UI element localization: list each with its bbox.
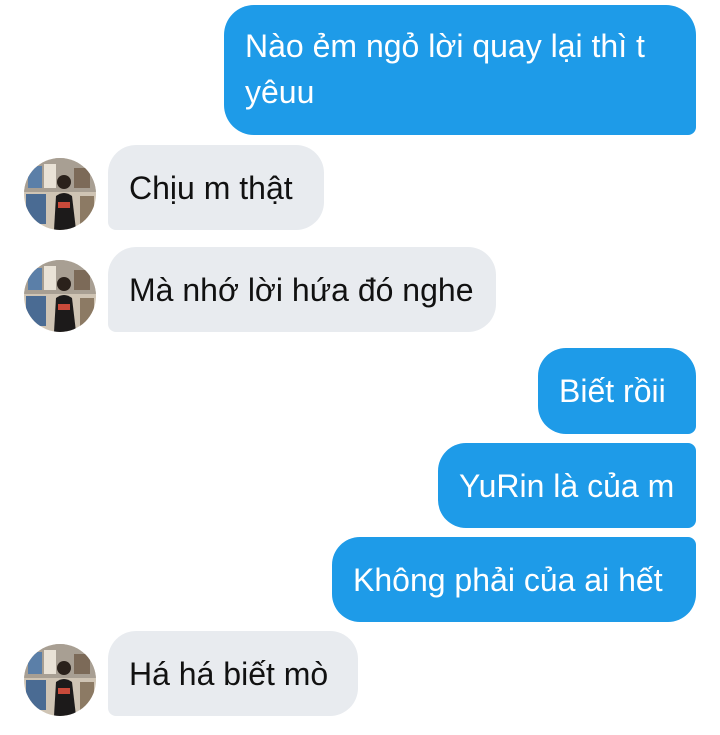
- message-text-line-2: yêuu: [245, 74, 315, 110]
- contact-avatar[interactable]: [24, 644, 96, 716]
- sent-message-bubble[interactable]: YuRin là của m: [438, 443, 696, 528]
- avatar-photo-icon: [24, 260, 96, 332]
- sent-message-bubble[interactable]: Không phải của ai hết: [332, 537, 696, 622]
- message-text: Biết rồii: [559, 373, 666, 409]
- message-text: YuRin là của m: [459, 468, 675, 504]
- message-text: Mà nhớ lời hứa đó nghe: [129, 272, 474, 308]
- sent-message-bubble[interactable]: Biết rồii: [538, 348, 696, 434]
- avatar-photo-icon: [24, 644, 96, 716]
- contact-avatar[interactable]: [24, 260, 96, 332]
- avatar-photo-icon: [24, 158, 96, 230]
- sent-message-bubble[interactable]: Nào ẻm ngỏ lời quay lại thì t yêuu: [224, 5, 696, 135]
- received-message-bubble[interactable]: Chịu m thật: [108, 145, 324, 230]
- chat-thread: Nào ẻm ngỏ lời quay lại thì t yêuu Chịu …: [0, 0, 720, 735]
- message-text: Há há biết mò: [129, 656, 329, 692]
- message-text: Không phải của ai hết: [353, 562, 663, 598]
- received-message-bubble[interactable]: Há há biết mò: [108, 631, 358, 716]
- contact-avatar[interactable]: [24, 158, 96, 230]
- message-text-line-1: Nào ẻm ngỏ lời quay lại thì t: [245, 28, 645, 64]
- received-message-bubble[interactable]: Mà nhớ lời hứa đó nghe: [108, 247, 496, 332]
- message-text: Chịu m thật: [129, 170, 293, 206]
